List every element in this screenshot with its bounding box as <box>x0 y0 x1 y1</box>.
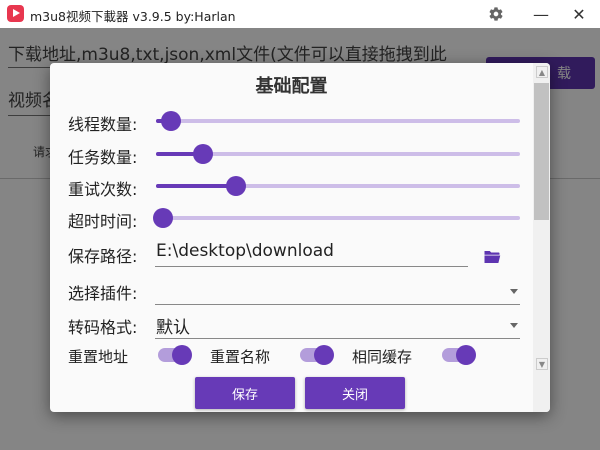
retry-count-label: 重试次数: <box>68 180 138 199</box>
settings-dialog: 基础配置 线程数量: 任务数量: 重试次数: 超时时间: 保存路径: E:\de… <box>50 63 550 412</box>
close-icon[interactable]: ✕ <box>557 0 600 28</box>
slider-thumb[interactable] <box>226 176 247 196</box>
transcode-label: 转码格式: <box>68 318 138 337</box>
save-path-label: 保存路径: <box>68 247 138 266</box>
close-button[interactable]: 关闭 <box>305 377 405 409</box>
dialog-title: 基础配置 <box>255 76 328 97</box>
scrollbar[interactable]: ▲ ▼ <box>533 63 550 412</box>
reset-name-toggle[interactable] <box>300 345 334 365</box>
retry-count-slider[interactable] <box>156 176 520 196</box>
save-button[interactable]: 保存 <box>195 377 295 409</box>
scroll-down-icon[interactable]: ▼ <box>536 358 548 370</box>
gear-icon[interactable] <box>474 0 518 28</box>
timeout-label: 超时时间: <box>68 212 138 231</box>
timeout-slider[interactable] <box>153 208 520 228</box>
app-logo-icon <box>7 5 24 22</box>
transcode-value: 默认 <box>156 318 190 338</box>
chevron-down-icon <box>510 323 518 328</box>
chevron-down-icon <box>510 289 518 294</box>
task-count-label: 任务数量: <box>68 148 138 167</box>
scrollbar-thumb[interactable] <box>534 83 549 220</box>
same-cache-toggle[interactable] <box>442 345 476 365</box>
plugin-label: 选择插件: <box>68 284 138 303</box>
save-path-input[interactable]: E:\desktop\download <box>155 241 468 267</box>
transcode-select[interactable]: 默认 <box>155 313 520 339</box>
reset-url-toggle[interactable] <box>158 345 192 365</box>
reset-url-label: 重置地址 <box>68 348 129 366</box>
reset-name-label: 重置名称 <box>210 348 271 366</box>
folder-icon[interactable] <box>483 249 505 267</box>
plugin-select[interactable] <box>155 279 520 305</box>
same-cache-label: 相同缓存 <box>352 348 413 366</box>
slider-thumb[interactable] <box>193 144 214 164</box>
title-bar: m3u8视频下載器 v3.9.5 by:Harlan — ✕ <box>0 0 600 28</box>
slider-thumb[interactable] <box>153 208 174 228</box>
task-count-slider[interactable] <box>156 144 520 164</box>
thread-count-label: 线程数量: <box>68 115 138 134</box>
slider-thumb[interactable] <box>160 111 181 131</box>
window-title: m3u8视频下載器 v3.9.5 by:Harlan <box>30 9 236 24</box>
scroll-up-icon[interactable]: ▲ <box>536 66 548 78</box>
thread-count-slider[interactable] <box>156 111 520 131</box>
